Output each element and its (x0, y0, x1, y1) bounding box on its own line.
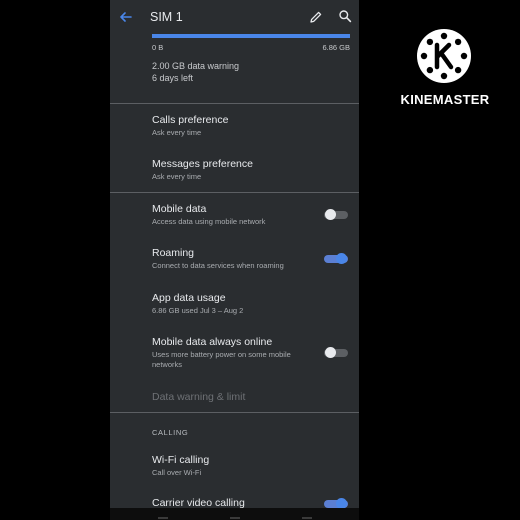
roaming-item[interactable]: Roaming Connect to data services when ro… (110, 241, 359, 279)
toggle-knob (325, 347, 336, 358)
kinemaster-wordmark: KINEMASTER (400, 92, 490, 107)
messages-preference-item[interactable]: Messages preference Ask every time (110, 152, 359, 190)
usage-min-label: 0 B (152, 43, 164, 52)
data-warning-limit-item: Data warning & limit (110, 386, 359, 408)
settings-screen: SIM 1 0 B 6.86 GB 2.00 GB data warning 6… (110, 0, 359, 508)
mobile-data-always-online-item[interactable]: Mobile data always online Uses more batt… (110, 330, 359, 374)
item-title: Messages preference (152, 158, 253, 170)
divider (110, 192, 359, 193)
toggle-knob (336, 498, 347, 508)
divider (110, 412, 359, 413)
data-usage-bar-fill (152, 34, 350, 38)
item-title: Data warning & limit (152, 391, 246, 403)
mobile-data-toggle[interactable] (324, 208, 348, 220)
carrier-video-calling-item[interactable]: Carrier video calling (110, 492, 359, 508)
item-title: Wi-Fi calling (152, 454, 210, 466)
item-subtitle: Ask every time (152, 172, 202, 181)
arrow-back-icon[interactable] (118, 9, 134, 25)
wifi-calling-item[interactable]: Wi-Fi calling Call over Wi-Fi (110, 448, 359, 486)
item-subtitle: Access data using mobile network (152, 217, 266, 226)
app-data-usage-item[interactable]: App data usage 6.86 GB used Jul 3 – Aug … (110, 286, 359, 324)
kinemaster-logo-icon (416, 28, 472, 84)
divider (110, 103, 359, 104)
nav-recents-indicator[interactable] (302, 517, 312, 519)
nav-home-indicator[interactable] (230, 517, 240, 519)
data-warning-text: 2.00 GB data warning (152, 61, 240, 71)
item-title: App data usage (152, 292, 226, 304)
usage-max-label: 6.86 GB (322, 43, 350, 52)
top-app-bar: SIM 1 (110, 0, 359, 34)
item-title: Mobile data always online (152, 336, 273, 348)
toggle-knob (325, 209, 336, 220)
roaming-toggle[interactable] (324, 252, 348, 264)
item-title: Carrier video calling (152, 497, 245, 508)
page-title: SIM 1 (150, 10, 183, 24)
carrier-video-calling-toggle[interactable] (324, 497, 348, 508)
system-nav-bar (110, 508, 359, 520)
item-title: Mobile data (152, 203, 207, 215)
data-usage-bar (152, 34, 350, 38)
item-subtitle: Uses more battery power on some mobile n… (152, 350, 291, 369)
item-subtitle: 6.86 GB used Jul 3 – Aug 2 (152, 306, 244, 315)
pencil-icon[interactable] (309, 10, 323, 24)
always-online-toggle[interactable] (324, 346, 348, 358)
toggle-knob (336, 253, 347, 264)
item-subtitle: Connect to data services when roaming (152, 261, 284, 270)
days-left-text: 6 days left (152, 73, 194, 83)
item-title: Roaming (152, 247, 195, 259)
item-subtitle: Call over Wi-Fi (152, 468, 202, 477)
item-title: Calls preference (152, 114, 229, 126)
search-icon[interactable] (338, 9, 352, 23)
calling-section-header: CALLING (152, 428, 189, 437)
nav-back-indicator[interactable] (158, 517, 168, 519)
item-subtitle: Ask every time (152, 128, 202, 137)
mobile-data-item[interactable]: Mobile data Access data using mobile net… (110, 197, 359, 235)
calls-preference-item[interactable]: Calls preference Ask every time (110, 108, 359, 146)
